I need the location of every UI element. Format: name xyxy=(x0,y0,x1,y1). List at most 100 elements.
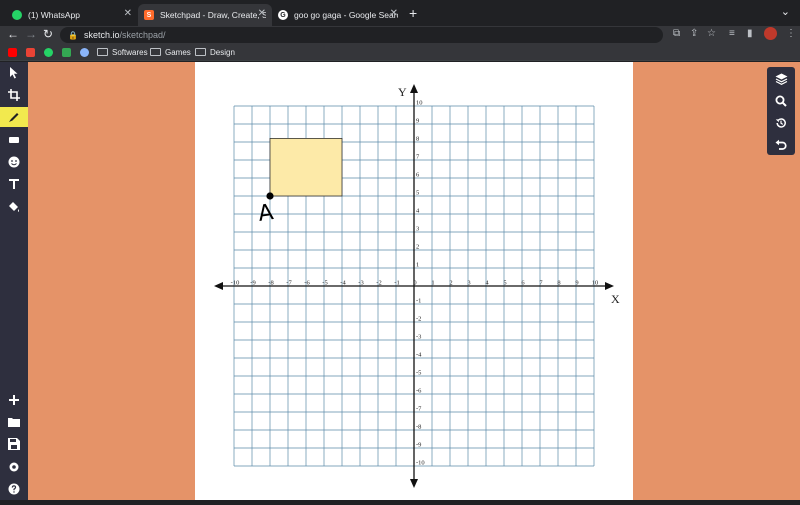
address-bar[interactable]: 🔒 sketch.io /sketchpad/ xyxy=(60,27,663,43)
text-tool[interactable] xyxy=(3,174,25,194)
help-tool[interactable] xyxy=(3,479,25,499)
tab-title: Sketchpad - Draw, Create, Sha xyxy=(160,10,266,20)
paint-bucket-icon xyxy=(9,202,19,212)
smiley-icon xyxy=(8,156,20,168)
y-tick-label: -2 xyxy=(416,316,421,323)
eraser-icon xyxy=(9,137,19,143)
x-tick-label: 1 xyxy=(431,280,434,287)
tab-whatsapp[interactable]: (1) WhatsApp ✕ xyxy=(6,4,138,26)
reading-list-icon[interactable]: ≡ xyxy=(729,28,735,39)
coordinate-grid: -10 -9 -8 -7 -6 -5 -4 -3 -2 -1 0 1 2 3 4 5 6 7 8 9 10-10-9-8… xyxy=(214,84,620,488)
save-tool[interactable] xyxy=(3,434,25,454)
history-tool[interactable] xyxy=(771,113,791,133)
y-tick-label: 9 xyxy=(416,118,419,125)
avatar[interactable] xyxy=(764,27,777,40)
tab-google-search[interactable]: G goo go gaga - Google Search ✕ xyxy=(272,4,404,26)
y-tick-label: 2 xyxy=(416,244,419,251)
reload-icon[interactable]: ↻ xyxy=(43,27,53,41)
new-tab-button[interactable]: + xyxy=(409,5,417,21)
browser-tab-bar: (1) WhatsApp ✕ S Sketchpad - Draw, Creat… xyxy=(0,0,800,26)
add-tool[interactable] xyxy=(3,390,25,410)
point-a xyxy=(266,192,274,200)
y-tick-label: 3 xyxy=(416,226,419,233)
x-tick-label: 0 xyxy=(413,280,416,287)
x-axis-arrow-left xyxy=(214,282,223,290)
y-tick-label: 6 xyxy=(416,172,420,179)
layers-tool[interactable] xyxy=(771,69,791,89)
plus-icon xyxy=(9,395,19,405)
bookmark-web[interactable] xyxy=(80,46,93,58)
y-axis-arrow-up xyxy=(410,84,418,93)
text-icon xyxy=(9,179,19,189)
folder-icon xyxy=(150,48,161,56)
youtube-icon xyxy=(8,47,17,57)
sticker-tool[interactable] xyxy=(3,152,25,172)
bookmark-gmail[interactable] xyxy=(26,46,39,58)
y-tick-label: -8 xyxy=(416,424,421,431)
search-icon xyxy=(775,95,787,107)
bookmark-label: Games xyxy=(165,47,191,57)
bookmark-drive[interactable] xyxy=(62,46,75,58)
drawing-canvas[interactable]: -10 -9 -8 -7 -6 -5 -4 -3 -2 -1 0 1 2 3 4 5 6 7 8 9 10 -10 -9 -8… xyxy=(195,62,633,500)
y-tick-label: -9 xyxy=(416,442,421,449)
y-tick-label: -3 xyxy=(416,334,421,341)
y-tick-label: 7 xyxy=(416,154,420,161)
bookmark-folder-softwares[interactable]: Softwares xyxy=(97,46,148,58)
share-icon[interactable]: ⇪ xyxy=(690,28,698,39)
x-tick-label: -3 xyxy=(358,280,363,287)
forward-icon[interactable]: → xyxy=(25,27,37,41)
undo-tool[interactable] xyxy=(771,135,791,155)
brush-tool[interactable] xyxy=(0,107,28,127)
menu-icon[interactable]: ⋮ xyxy=(786,28,796,39)
bookmark-whatsapp[interactable] xyxy=(44,46,57,58)
x-tick-label: -2 xyxy=(376,280,381,287)
bookmark-label: Design xyxy=(210,47,235,57)
y-tick-label: 1 xyxy=(416,262,419,269)
url-host: sketch.io xyxy=(83,30,120,40)
x-axis-arrow-right xyxy=(605,282,614,290)
crop-tool[interactable] xyxy=(3,85,25,105)
y-axis-label: Y xyxy=(398,85,407,99)
tab-sketchpad[interactable]: S Sketchpad - Draw, Create, Sha ✕ xyxy=(138,4,272,26)
eraser-tool[interactable] xyxy=(3,130,25,150)
y-tick-label: 8 xyxy=(416,136,419,143)
bookmark-label: Softwares xyxy=(112,47,148,57)
x-tick-label: -4 xyxy=(340,280,346,287)
bookmark-folder-design[interactable]: Design xyxy=(195,46,235,58)
url-path: /sketchpad/ xyxy=(119,30,166,40)
sketchpad-icon: S xyxy=(144,10,154,20)
tab-title: goo go gaga - Google Search xyxy=(294,10,398,20)
x-tick-label: -8 xyxy=(268,280,273,287)
y-tick-label: 5 xyxy=(416,190,419,197)
zoom-tool[interactable] xyxy=(771,91,791,111)
gmail-icon xyxy=(26,47,35,57)
sketchpad-app: -10 -9 -8 -7 -6 -5 -4 -3 -2 -1 0 1 2 3 4 5 6 7 8 9 10 -10 -9 -8… xyxy=(0,62,800,500)
select-tool[interactable] xyxy=(3,63,25,83)
open-tool[interactable] xyxy=(3,412,25,432)
y-tick-label: -5 xyxy=(416,370,421,377)
right-toolbar xyxy=(767,67,795,155)
close-icon[interactable]: ✕ xyxy=(258,8,266,19)
star-icon[interactable]: ☆ xyxy=(707,28,716,39)
x-tick-label: 8 xyxy=(557,280,560,287)
settings-tool[interactable] xyxy=(3,457,25,477)
y-tick-label: -7 xyxy=(416,406,422,413)
install-icon[interactable]: ⧉ xyxy=(673,28,680,39)
y-tick-label: -6 xyxy=(416,388,422,395)
whatsapp-icon xyxy=(44,47,53,57)
bookmark-folder-games[interactable]: Games xyxy=(150,46,191,58)
fill-tool[interactable] xyxy=(3,197,25,217)
drawn-rectangle xyxy=(269,138,343,197)
close-icon[interactable]: ✕ xyxy=(124,8,132,19)
google-icon: G xyxy=(278,10,288,20)
close-icon[interactable]: ✕ xyxy=(390,8,398,19)
chevron-down-icon[interactable]: ⌄ xyxy=(781,5,790,18)
bookmark-youtube[interactable] xyxy=(8,46,21,58)
x-tick-label: -1 xyxy=(394,280,399,287)
history-icon xyxy=(775,118,786,128)
y-tick-label: -4 xyxy=(416,352,422,359)
back-icon[interactable]: ← xyxy=(7,27,19,41)
x-tick-label: 3 xyxy=(467,280,470,287)
y-tick-label: 10 xyxy=(416,100,423,107)
side-panel-icon[interactable]: ▮ xyxy=(747,28,753,39)
